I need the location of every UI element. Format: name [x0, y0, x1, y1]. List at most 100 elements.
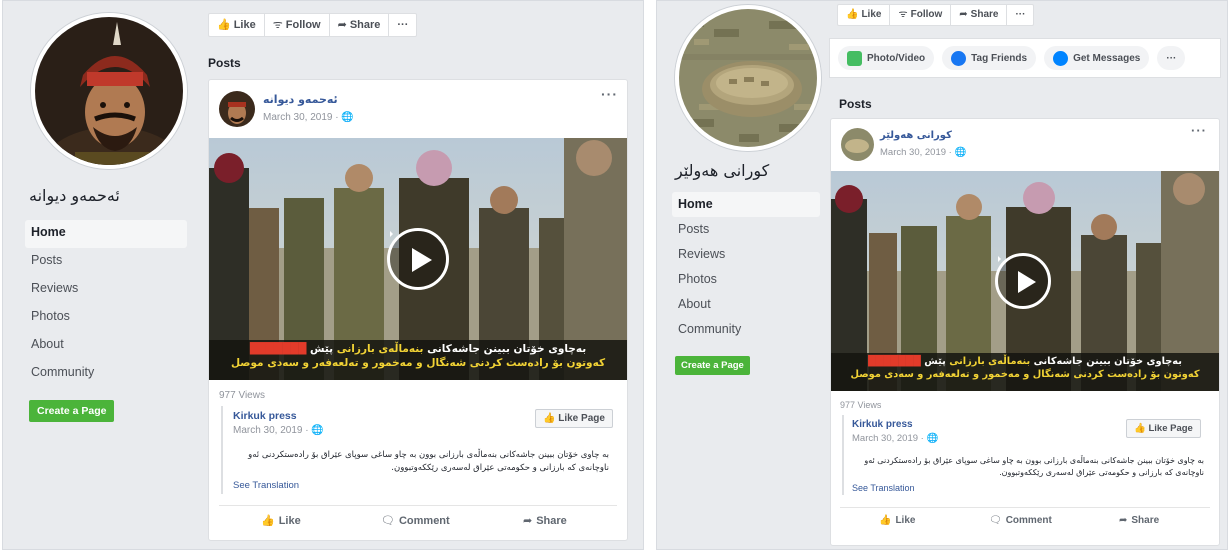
post-timestamp[interactable]: March 30, 2019 · 🌐 — [880, 147, 966, 158]
see-translation-link[interactable]: See Translation — [852, 483, 915, 493]
page-action-bar: 👍 Like ᯤ Follow ➦ Share ··· — [208, 13, 418, 37]
share-arrow-icon: ➦ — [959, 9, 968, 20]
post-author-name[interactable]: کورانی هەولێر — [880, 130, 960, 141]
follow-action[interactable]: ᯤ Follow — [890, 4, 952, 26]
thumbs-up-icon: 👍 — [1134, 423, 1149, 434]
globe-icon: 🌐 — [954, 147, 967, 158]
shared-post: Kirkuk press March 30, 2019 · 🌐 👍 Like P… — [842, 415, 1212, 495]
like-page-action[interactable]: 👍 Like — [838, 4, 891, 26]
create-page-button[interactable]: Create a Page — [675, 356, 750, 375]
see-translation-link[interactable]: See Translation — [233, 480, 299, 491]
video-caption: بەچاوی خۆتان ببینن جاشەکانی بنەماڵەی بار… — [209, 340, 627, 380]
video-caption: بەچاوی خۆتان ببینن جاشەکانی بنەماڵەی بار… — [831, 353, 1219, 391]
nav-item-about[interactable]: About — [672, 292, 820, 317]
post-card: ئەحمەو دیوانە March 30, 2019 · 🌐 ··· بەچ… — [208, 79, 628, 541]
page-title: کورانی هەولێر — [675, 161, 770, 180]
tag-user-icon — [951, 50, 967, 66]
create-page-button[interactable]: Create a Page — [29, 400, 115, 422]
rss-icon: ᯤ — [898, 9, 908, 20]
globe-icon: 🌐 — [311, 425, 324, 436]
share-arrow-icon: ➦ — [1119, 515, 1128, 526]
post-author-avatar[interactable] — [841, 128, 874, 161]
post-options-icon[interactable]: ··· — [601, 86, 618, 102]
share-arrow-icon: ➦ — [523, 515, 533, 527]
share-action[interactable]: ➦ Share — [330, 13, 390, 37]
post-footer-divider — [219, 505, 617, 506]
cta-more-button[interactable]: ··· — [1157, 46, 1186, 70]
page-nav: Home Posts Reviews Photos About Communit… — [25, 220, 187, 388]
photo-video-button[interactable]: Photo/Video — [838, 46, 935, 70]
thumbs-up-icon: 👍 — [543, 413, 559, 424]
post-author-avatar[interactable] — [219, 91, 255, 127]
post-comment-button[interactable]: 🗨 Comment — [381, 514, 450, 527]
nav-item-photos[interactable]: Photos — [25, 304, 187, 332]
page-cta-bar: Photo/Video Tag Friends Get Messages ··· — [829, 38, 1221, 78]
shared-page-name[interactable]: Kirkuk press — [233, 410, 297, 422]
nav-item-community[interactable]: Community — [25, 360, 187, 388]
thumbs-up-outline-icon: 👍 — [879, 515, 892, 526]
nav-item-home[interactable]: Home — [25, 220, 187, 248]
page-action-bar: 👍 Like ᯤ Follow ➦ Share ··· — [837, 4, 1035, 26]
like-page-button[interactable]: 👍 Like Page — [535, 409, 613, 428]
shared-post-text: بە چاوی خۆتان ببینن جاشەکانی بنەماڵەی با… — [864, 456, 1204, 477]
post-like-button[interactable]: 👍 Like — [879, 515, 915, 526]
play-icon — [1018, 271, 1036, 293]
facebook-page-screenshot-left: ئەحمەو دیوانە Home Posts Reviews Photos … — [2, 0, 644, 550]
post-share-button[interactable]: ➦ Share — [523, 514, 567, 527]
post-author-name[interactable]: ئەحمەو دیوانە — [263, 93, 348, 106]
view-count: 977 Views — [840, 400, 882, 410]
nav-item-about[interactable]: About — [25, 332, 187, 360]
page-sidebar: کورانی هەولێر Home Posts Reviews Photos … — [657, 1, 825, 549]
more-action[interactable]: ··· — [389, 13, 416, 37]
caption-red-text: ███████ — [868, 356, 921, 367]
nav-item-reviews[interactable]: Reviews — [672, 242, 820, 267]
thumbs-up-icon: 👍 — [217, 19, 231, 31]
rss-icon: ᯤ — [272, 19, 283, 31]
post-video[interactable]: بەچاوی خۆتان ببینن جاشەکانی بنەماڵەی بار… — [209, 138, 627, 380]
post-comment-button[interactable]: 🗨 Comment — [989, 515, 1052, 526]
shared-post-text: بە چاوی خۆتان ببینن جاشەکانی بنەماڵەی با… — [248, 450, 609, 473]
photo-icon — [847, 50, 862, 66]
video-play-button[interactable] — [995, 253, 1051, 309]
page-sidebar: ئەحمەو دیوانە Home Posts Reviews Photos … — [3, 1, 198, 549]
nav-item-community[interactable]: Community — [672, 317, 820, 342]
view-count: 977 Views — [219, 390, 265, 401]
post-share-button[interactable]: ➦ Share — [1119, 515, 1159, 526]
nav-item-home[interactable]: Home — [672, 192, 820, 217]
nav-item-reviews[interactable]: Reviews — [25, 276, 187, 304]
globe-icon: 🌐 — [926, 433, 939, 444]
posts-heading: Posts — [208, 56, 241, 70]
video-play-button[interactable] — [387, 228, 449, 290]
post-options-icon[interactable]: ··· — [1191, 123, 1207, 138]
thumbs-up-outline-icon: 👍 — [261, 515, 275, 527]
play-icon — [412, 248, 432, 272]
nav-item-posts[interactable]: Posts — [25, 248, 187, 276]
caption-red-text: ███████ — [249, 343, 307, 355]
share-arrow-icon: ➦ — [337, 19, 347, 31]
shared-timestamp[interactable]: March 30, 2019 · 🌐 — [233, 425, 324, 436]
facebook-page-screenshot-right: کورانی هەولێر Home Posts Reviews Photos … — [656, 0, 1228, 550]
shared-timestamp[interactable]: March 30, 2019 · 🌐 — [852, 433, 938, 444]
post-card: کورانی هەولێر March 30, 2019 · 🌐 ··· بەچ… — [830, 118, 1220, 546]
like-page-button[interactable]: 👍 Like Page — [1126, 419, 1201, 438]
share-action[interactable]: ➦ Share — [951, 4, 1008, 26]
post-like-button[interactable]: 👍 Like — [261, 514, 301, 527]
more-action[interactable]: ··· — [1007, 4, 1033, 26]
posts-heading: Posts — [839, 97, 872, 111]
profile-picture[interactable] — [31, 13, 187, 169]
page-nav: Home Posts Reviews Photos About Communit… — [672, 192, 820, 342]
tag-friends-button[interactable]: Tag Friends — [942, 46, 1037, 70]
thumbs-up-icon: 👍 — [846, 9, 859, 20]
post-timestamp[interactable]: March 30, 2019 · 🌐 — [263, 112, 354, 123]
shared-post: Kirkuk press March 30, 2019 · 🌐 👍 Like P… — [221, 406, 617, 494]
messenger-icon — [1053, 50, 1069, 66]
nav-item-posts[interactable]: Posts — [672, 217, 820, 242]
shared-page-name[interactable]: Kirkuk press — [852, 419, 913, 430]
get-messages-button[interactable]: Get Messages — [1044, 46, 1150, 70]
like-page-action[interactable]: 👍 Like — [209, 13, 265, 37]
post-footer-divider — [840, 507, 1210, 508]
follow-action[interactable]: ᯤ Follow — [265, 13, 330, 37]
profile-picture[interactable] — [675, 5, 821, 151]
post-video[interactable]: بەچاوی خۆتان ببینن جاشەکانی بنەماڵەی بار… — [831, 171, 1219, 391]
nav-item-photos[interactable]: Photos — [672, 267, 820, 292]
